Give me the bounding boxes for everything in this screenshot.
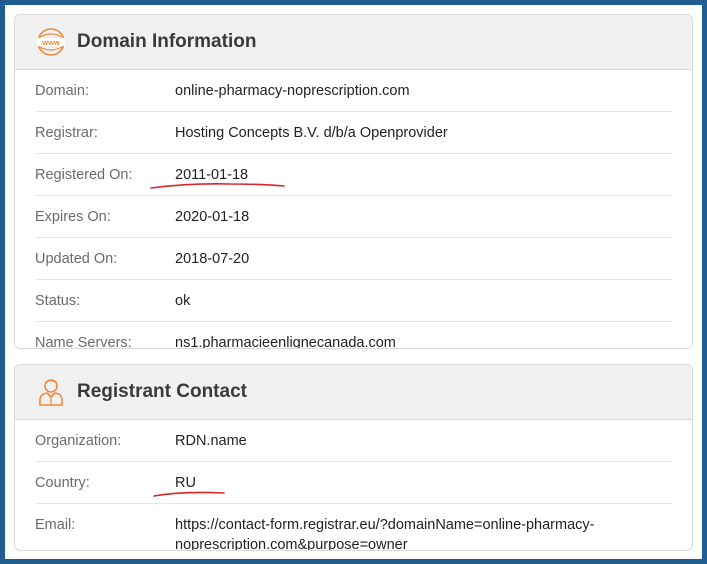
row-label: Expires On: <box>35 209 111 225</box>
www-globe-icon: www <box>35 26 67 58</box>
row-updated-on: Updated On: 2018-07-20 <box>35 238 672 280</box>
row-country: Country: RU <box>35 462 672 504</box>
email-value: https://contact-form.registrar.eu/?domai… <box>175 517 595 551</box>
row-label: Status: <box>35 293 81 309</box>
name-servers-value: ns1.pharmacieenlignecanada.com ns2.pharm… <box>175 335 396 349</box>
status-value: ok <box>175 293 191 309</box>
row-label: Country: <box>35 475 90 491</box>
updated-on-value: 2018-07-20 <box>175 251 250 267</box>
domain-information-header: www Domain Information <box>15 15 692 70</box>
row-organization: Organization: RDN.name <box>35 420 672 462</box>
domain-information-rows: Domain: online-pharmacy-noprescription.c… <box>15 70 692 349</box>
row-label: Registered On: <box>35 167 133 183</box>
registrant-contact-title: Registrant Contact <box>77 381 247 402</box>
registrant-contact-rows: Organization: RDN.name Country: RU Email… <box>15 420 692 551</box>
expires-on-value: 2020-01-18 <box>175 209 250 225</box>
page-frame: www Domain Information Domain: online-ph… <box>5 5 702 559</box>
row-registered-on: Registered On: 2011-01-18 <box>35 154 672 196</box>
row-label: Updated On: <box>35 251 118 267</box>
row-name-servers: Name Servers: ns1.pharmacieenlignecanada… <box>35 322 672 349</box>
row-label: Name Servers: <box>35 335 132 349</box>
row-domain: Domain: online-pharmacy-noprescription.c… <box>35 70 672 112</box>
organization-value: RDN.name <box>175 433 247 449</box>
row-label: Registrar: <box>35 125 98 141</box>
registrant-contact-header: Registrant Contact <box>15 365 692 420</box>
registered-on-value: 2011-01-18 <box>175 167 249 183</box>
country-value: RU <box>175 475 196 491</box>
domain-information-card: www Domain Information Domain: online-ph… <box>14 14 693 349</box>
row-label: Domain: <box>35 83 89 99</box>
svg-text:www: www <box>41 38 60 47</box>
row-registrar: Registrar: Hosting Concepts B.V. d/b/a O… <box>35 112 672 154</box>
registrar-value: Hosting Concepts B.V. d/b/a Openprovider <box>175 125 448 141</box>
row-status: Status: ok <box>35 280 672 322</box>
row-label: Organization: <box>35 433 122 449</box>
registrant-contact-card: Registrant Contact Organization: RDN.nam… <box>14 364 693 551</box>
row-label: Email: <box>35 517 76 533</box>
domain-value: online-pharmacy-noprescription.com <box>175 83 410 99</box>
domain-information-title: Domain Information <box>77 31 257 52</box>
person-icon <box>35 376 67 408</box>
row-email: Email: https://contact-form.registrar.eu… <box>35 504 672 551</box>
row-expires-on: Expires On: 2020-01-18 <box>35 196 672 238</box>
